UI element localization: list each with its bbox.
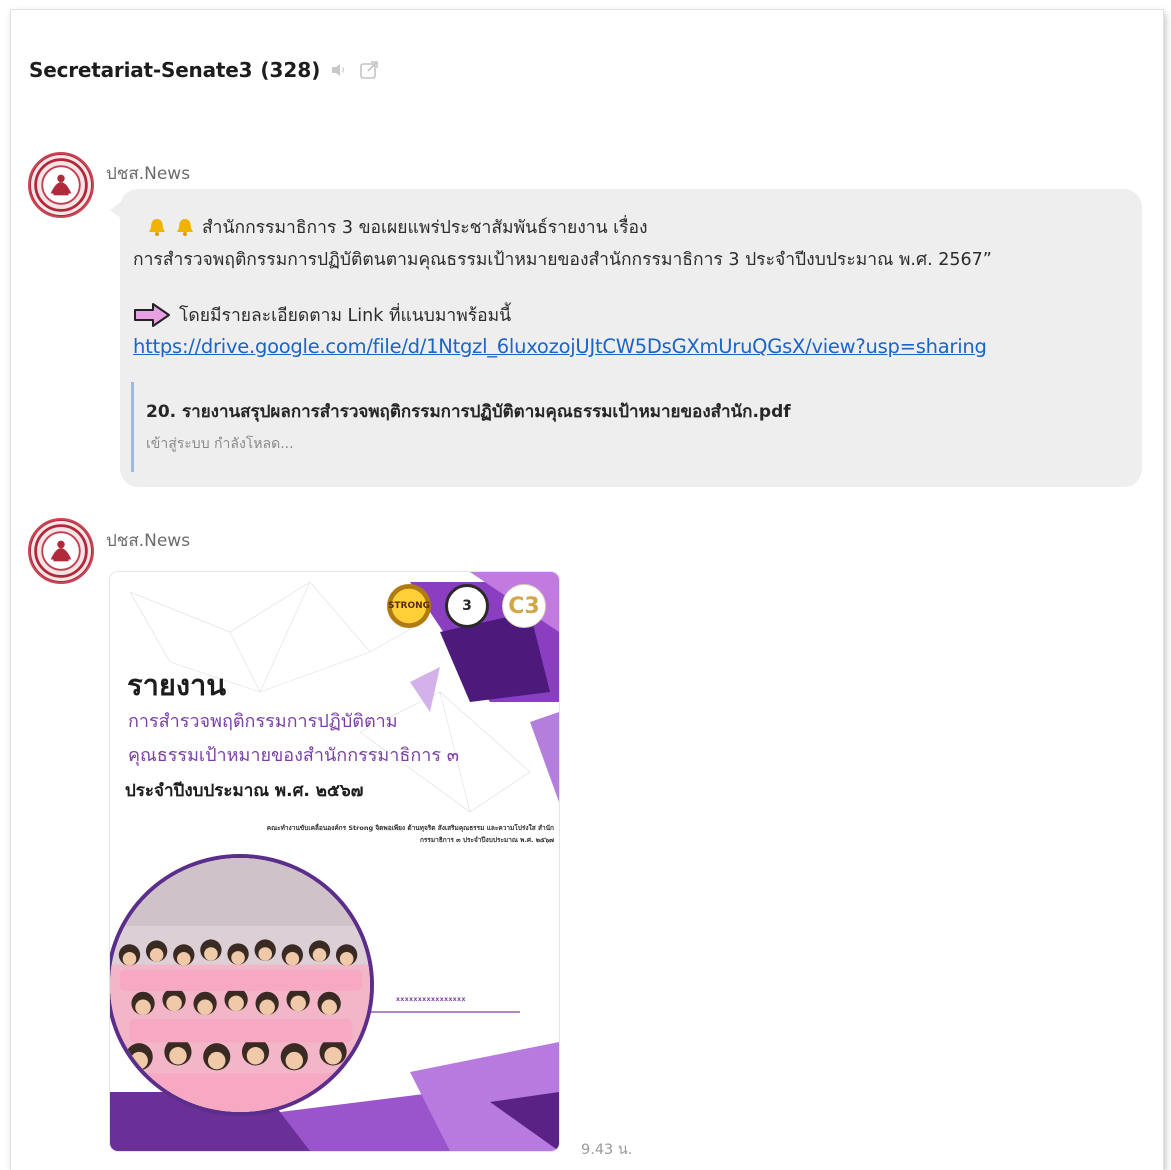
message-line: สำนักกรรมาธิการ 3 ขอเผยแพร่ประชาสัมพันธ์… (146, 213, 648, 241)
external-link-icon[interactable] (358, 59, 380, 81)
member-count: (328) (260, 58, 321, 82)
preview-title[interactable]: 20. รายงานสรุปผลการสำรวจพฤติกรรมการปฏิบั… (146, 398, 791, 425)
c3-badge: C3 (502, 584, 546, 628)
chat-header: Secretariat-Senate3 (328) (29, 58, 380, 82)
message-line: โดยมีรายละเอียดตาม Link ที่แนบมาพร้อมนี้ (133, 301, 511, 329)
poster-subtitle: การสำรวจพฤติกรรมการปฏิบัติตาม (128, 711, 398, 732)
sender-name[interactable]: ปชส.News (106, 160, 190, 187)
group-photo (110, 854, 374, 1116)
poster-subtitle: คุณธรรมเป้าหมายของสำนักกรรมาธิการ ๓ (128, 745, 460, 766)
poster-credit: คณะทำงานขับเคลื่อนองค์กร Strong จิตพอเพี… (266, 824, 554, 844)
avatar[interactable] (28, 518, 94, 584)
bell-icon (174, 216, 196, 238)
message-text: การสำรวจพฤติกรรมการปฏิบัติตนตามคุณธรรมเป… (133, 250, 992, 270)
bell-icon (146, 216, 168, 238)
message-bubble: สำนักกรรมาธิการ 3 ขอเผยแพร่ประชาสัมพันธ์… (110, 189, 1142, 487)
message-text: โดยมีรายละเอียดตาม Link ที่แนบมาพร้อมนี้ (179, 306, 512, 326)
sender-name[interactable]: ปชส.News (106, 527, 190, 554)
preview-subtitle: เข้าสู่ระบบ กำลังโหลด... (146, 436, 294, 452)
chat-title[interactable]: Secretariat-Senate3 (29, 58, 253, 82)
poster-footer: xxxxxxxxxxxxxxxx (396, 996, 466, 1003)
chat-window: Secretariat-Senate3 (328) ปชส.News สำนัก… (11, 10, 1163, 1170)
message-timestamp: 9.43 น. (581, 1142, 633, 1158)
badge-label: C3 (508, 593, 540, 619)
committee-badge: 3 (445, 584, 489, 628)
drive-link[interactable]: https://drive.google.com/file/d/1Ntgzl_6… (133, 335, 987, 358)
image-attachment[interactable]: STRONG 3 C3 รายงาน การสำรวจพฤติกรรมการปฏ… (110, 572, 559, 1151)
avatar[interactable] (28, 152, 94, 218)
poster-subtitle: ประจำปีงบประมาณ พ.ศ. ๒๕๖๗ (125, 781, 364, 801)
message-text: สำนักกรรมาธิการ 3 ขอเผยแพร่ประชาสัมพันธ์… (202, 218, 648, 238)
speaker-muted-icon[interactable] (328, 59, 350, 81)
badge-label: 3 (462, 598, 472, 614)
badge-label: STRONG (387, 600, 431, 611)
right-arrow-icon (133, 302, 171, 328)
strong-badge: STRONG (387, 584, 431, 628)
poster-title: รายงาน (127, 668, 227, 702)
link-preview[interactable]: 20. รายงานสรุปผลการสำรวจพฤติกรรมการปฏิบั… (131, 382, 1031, 472)
